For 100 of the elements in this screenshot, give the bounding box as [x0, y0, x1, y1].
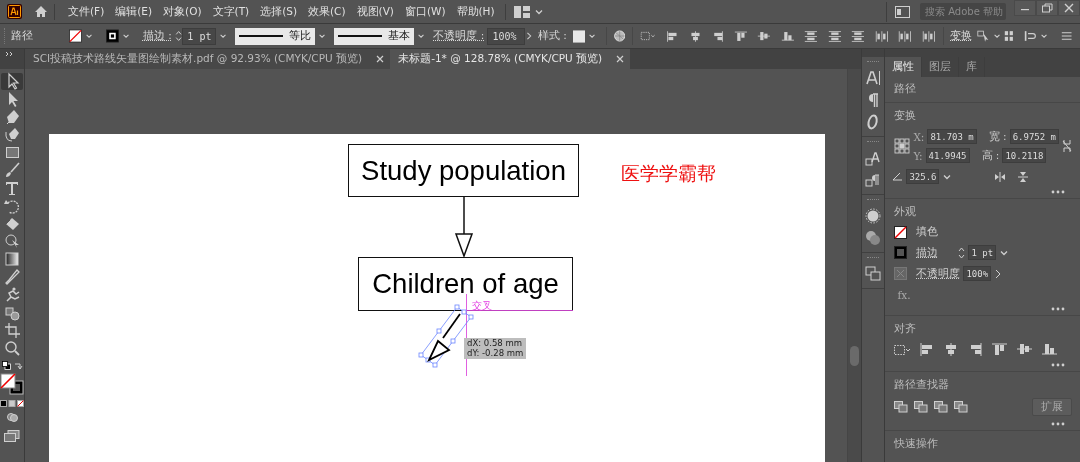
link-proportions-icon[interactable] [1062, 139, 1072, 153]
reference-point-icon[interactable] [894, 138, 911, 154]
expand-icon[interactable] [5, 51, 15, 57]
spinner-icon[interactable] [175, 28, 183, 44]
distribute-horizontal-icon[interactable] [921, 28, 936, 44]
document-tab[interactable]: 未标题-1* @ 128.78% (CMYK/CPU 预览) [390, 49, 631, 69]
more-icon[interactable] [1050, 422, 1066, 426]
stroke-label[interactable]: 描边 : [142, 29, 172, 43]
align-bottom-icon[interactable] [1041, 342, 1059, 357]
stroke-swatch[interactable] [106, 28, 120, 44]
fill-swatch[interactable] [69, 28, 83, 44]
panel-tab[interactable]: 库 [959, 57, 986, 77]
opacity-field[interactable]: 100% [963, 266, 992, 281]
menu-item[interactable]: 效果(C) [303, 2, 351, 21]
distribute-vertical-icon[interactable] [804, 28, 819, 44]
object-type-label: 路径 [894, 82, 918, 96]
menu-item[interactable]: 编辑(E) [110, 2, 158, 21]
y-field[interactable]: 41.9945 [925, 148, 970, 163]
height-field[interactable]: 10.2118 [1002, 148, 1047, 163]
transform-link[interactable]: 变换 [950, 29, 973, 43]
opacity-link[interactable]: 不透明度 [916, 266, 961, 281]
selected-arrow[interactable] [427, 313, 461, 362]
x-field[interactable]: 81.703 m [927, 129, 977, 144]
align-to-selection-icon[interactable] [640, 29, 657, 43]
close-icon[interactable] [1058, 0, 1080, 16]
artboards-panel-icon[interactable] [865, 266, 882, 282]
opacity-label[interactable]: 不透明度 : [433, 29, 485, 43]
rotation-field[interactable]: 325.6 [906, 169, 940, 184]
stroke-profile-dropdown[interactable]: 等比 [235, 27, 316, 45]
align-horizontal-center-icon[interactable] [688, 28, 702, 44]
fill-stroke-swatch[interactable] [0, 372, 24, 395]
restore-icon[interactable] [1036, 0, 1058, 16]
paragraph-styles-icon[interactable] [865, 172, 882, 188]
angle-icon[interactable] [892, 172, 904, 181]
align-left-icon[interactable] [665, 28, 679, 44]
align-right-icon[interactable] [711, 28, 725, 44]
panel-menu-icon[interactable] [1060, 30, 1072, 42]
menu-item[interactable]: 窗口(W) [399, 2, 451, 21]
fill-label: 填色 [916, 225, 939, 239]
panel-tab[interactable]: 图层 [922, 57, 960, 77]
distribute-horizontal-icon[interactable] [898, 28, 913, 44]
section-heading: 外观 [894, 205, 918, 219]
document-tab[interactable]: SCI投稿技术路线矢量图绘制素材.pdf @ 92.93% (CMYK/CPU 预览) [25, 49, 391, 69]
recolor-icon[interactable] [613, 29, 626, 43]
align-top-icon[interactable] [991, 342, 1009, 357]
menu-item[interactable]: 选择(S) [255, 2, 302, 21]
chevron-right-icon[interactable] [994, 268, 1003, 279]
more-icon[interactable] [1050, 190, 1066, 194]
menu-item[interactable]: 帮助(H) [451, 2, 500, 21]
appearance-panel-icon[interactable] [865, 208, 882, 224]
swap-colors-icon[interactable] [13, 360, 23, 370]
paragraph-panel-icon[interactable] [866, 92, 881, 108]
spinner-icon[interactable] [958, 245, 966, 260]
menu-item[interactable]: 文件(F) [63, 2, 110, 21]
stroke-weight-field[interactable]: 1 pt [182, 27, 217, 45]
default-colors-icon[interactable] [1, 360, 11, 370]
style-swatch[interactable] [572, 28, 585, 44]
pathfinder-minus-front-icon[interactable] [914, 401, 929, 413]
isolate-icon[interactable] [977, 29, 991, 43]
character-panel-icon[interactable] [865, 70, 882, 86]
vertical-scrollbar[interactable] [847, 69, 861, 462]
effects-button[interactable]: fx. [897, 289, 911, 301]
stroke-weight-field[interactable]: 1 pt [968, 245, 997, 260]
stroke-swatch[interactable] [894, 246, 908, 259]
menu-item[interactable]: 视图(V) [351, 2, 399, 21]
panel-tab[interactable]: 属性 [885, 57, 923, 77]
align-to-selection-icon[interactable] [894, 343, 912, 356]
workspace-icon[interactable] [513, 5, 530, 18]
more-icon[interactable] [1050, 363, 1066, 367]
home-icon[interactable] [34, 5, 48, 18]
arrange-icon[interactable] [1023, 29, 1037, 43]
distribute-vertical-icon[interactable] [827, 28, 842, 44]
transparency-panel-icon[interactable] [865, 230, 882, 246]
flip-horizontal-icon[interactable] [994, 171, 1007, 182]
menu-item[interactable]: 对象(O) [158, 2, 207, 21]
panel-toggle-icon[interactable] [895, 5, 910, 18]
chevron-right-icon[interactable] [524, 30, 534, 42]
opacity-swatch[interactable] [894, 267, 908, 280]
opacity-field[interactable]: 100% [487, 27, 525, 45]
selection-tool-button[interactable] [1, 72, 23, 90]
opentype-panel-icon[interactable] [866, 114, 881, 130]
flip-vertical-icon[interactable] [1018, 170, 1029, 183]
fill-swatch[interactable] [894, 225, 908, 239]
stroke-link[interactable]: 描边 [916, 245, 939, 260]
screen-mode-icon[interactable] [4, 429, 20, 442]
minimize-icon[interactable] [1014, 0, 1036, 16]
brush-dropdown[interactable]: 基本 [334, 27, 415, 45]
draw-mode-icon[interactable] [5, 411, 19, 423]
align-vertical-center-icon[interactable] [1016, 342, 1034, 357]
pathfinder-intersect-icon[interactable] [934, 401, 949, 413]
color-mode-icons[interactable] [0, 399, 24, 407]
more-icon[interactable] [1050, 307, 1066, 311]
character-styles-icon[interactable] [865, 150, 882, 166]
distribute-horizontal-icon[interactable] [874, 28, 889, 44]
menu-item[interactable]: 文字(T) [207, 2, 255, 21]
width-field[interactable]: 6.9752 m [1009, 129, 1059, 144]
puppet-pin-icon[interactable] [1004, 29, 1014, 43]
pathfinder-unite-icon[interactable] [894, 401, 909, 413]
distribute-vertical-icon[interactable] [851, 28, 866, 44]
pathfinder-exclude-icon[interactable] [954, 401, 969, 413]
